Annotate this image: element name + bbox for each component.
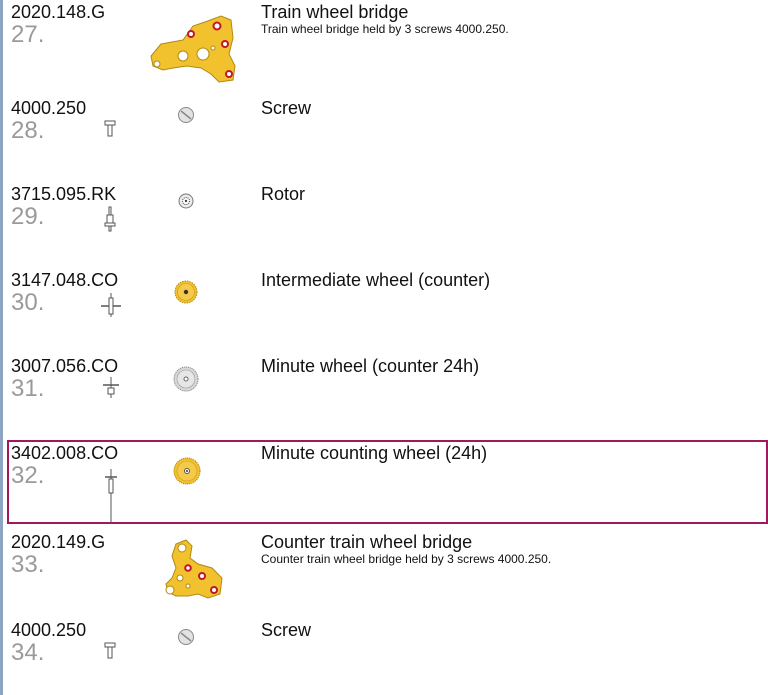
part-description: Train wheel bridge held by 3 screws 4000… bbox=[261, 22, 509, 36]
part-row-31[interactable]: 3007.056.CO 31. Minute wheel (counter 24… bbox=[8, 354, 768, 426]
part-index: 32. bbox=[11, 462, 45, 489]
part-row-33[interactable]: 2020.149.G 33. Counter train wheel bridg… bbox=[8, 530, 768, 604]
part-index: 30. bbox=[11, 289, 45, 316]
part-reference: 2020.149.G bbox=[11, 532, 106, 552]
pinion-side-icon bbox=[103, 377, 119, 398]
part-title: Minute counting wheel (24h) bbox=[261, 443, 488, 463]
screw-side-icon bbox=[104, 120, 116, 137]
part-index: 27. bbox=[11, 21, 45, 48]
part-row-27[interactable]: 2020.148.G 27. Train wheel bridge Train … bbox=[8, 0, 768, 90]
part-title: Intermediate wheel (counter) bbox=[261, 270, 491, 290]
bridge-icon bbox=[150, 15, 236, 83]
part-reference: 3402.008.CO bbox=[11, 443, 119, 463]
part-row-34[interactable]: 4000.250 34. Screw bbox=[8, 618, 768, 688]
part-index: 28. bbox=[11, 117, 45, 144]
part-row-30[interactable]: 3147.048.CO 30. Intermediate wheel (coun… bbox=[8, 268, 768, 340]
rotor-icon bbox=[178, 193, 194, 209]
part-reference: 4000.250 bbox=[11, 98, 87, 118]
part-reference: 3147.048.CO bbox=[11, 270, 119, 290]
screw-icon bbox=[178, 629, 194, 645]
part-title: Rotor bbox=[261, 184, 306, 204]
part-reference: 3715.095.RK bbox=[11, 184, 117, 204]
bridge-icon bbox=[165, 539, 223, 599]
part-title: Screw bbox=[261, 98, 312, 118]
part-title: Screw bbox=[261, 620, 312, 640]
part-index: 33. bbox=[11, 551, 45, 578]
left-accent-rule bbox=[0, 0, 3, 695]
part-description: Counter train wheel bridge held by 3 scr… bbox=[261, 552, 552, 566]
part-title: Counter train wheel bridge bbox=[261, 532, 473, 552]
gear-icon bbox=[173, 366, 199, 392]
screw-side-icon bbox=[104, 642, 116, 659]
part-row-32-selected[interactable]: 3402.008.CO 32. Minute counting wheel (2… bbox=[7, 440, 768, 524]
gear-icon bbox=[174, 280, 198, 304]
pinion-side-icon bbox=[105, 469, 117, 523]
part-title: Train wheel bridge bbox=[261, 2, 409, 22]
part-reference: 4000.250 bbox=[11, 620, 87, 640]
part-reference: 2020.148.G bbox=[11, 2, 106, 22]
part-index: 34. bbox=[11, 639, 45, 666]
gear-icon bbox=[173, 457, 201, 485]
rotor-side-icon bbox=[104, 206, 116, 232]
part-title: Minute wheel (counter 24h) bbox=[261, 356, 480, 376]
screw-icon bbox=[178, 107, 194, 123]
part-row-29[interactable]: 3715.095.RK 29. Rotor bbox=[8, 182, 768, 252]
pinion-side-icon bbox=[101, 293, 121, 317]
part-index: 29. bbox=[11, 203, 45, 230]
part-index: 31. bbox=[11, 375, 45, 402]
part-reference: 3007.056.CO bbox=[11, 356, 119, 376]
part-row-28[interactable]: 4000.250 28. Screw bbox=[8, 96, 768, 166]
